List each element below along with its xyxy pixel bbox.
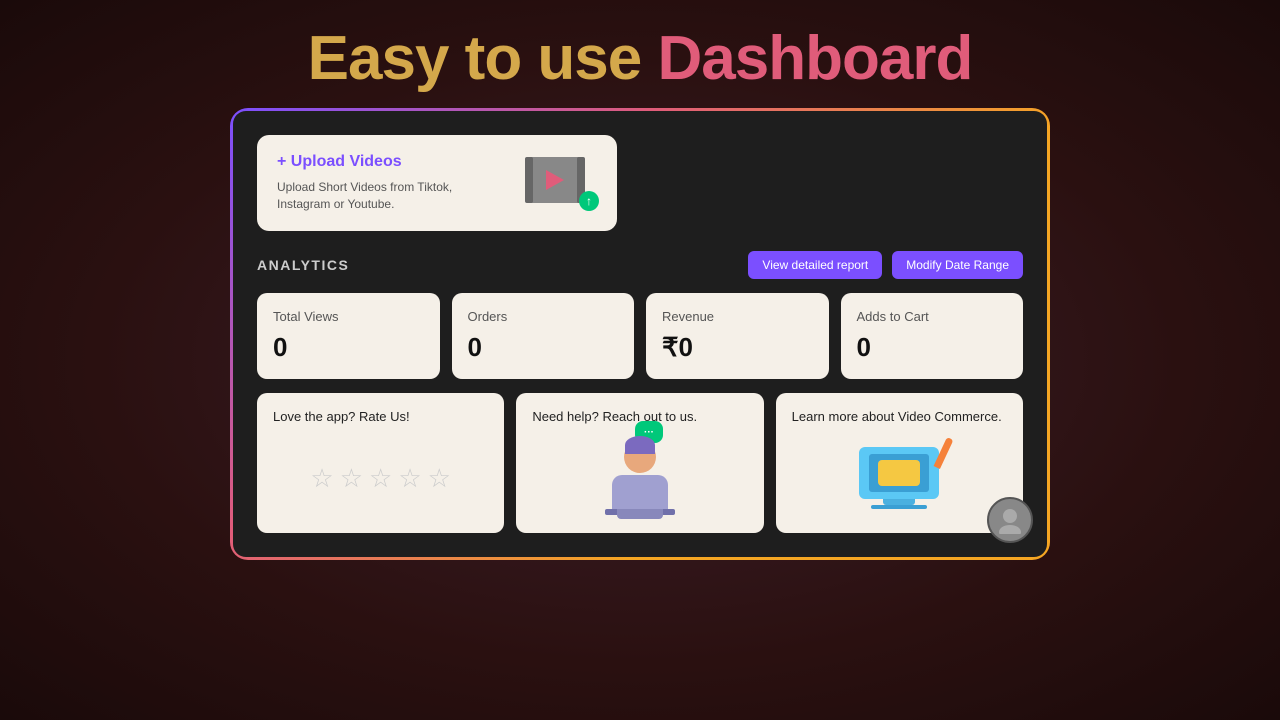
stat-card-adds-to-cart: Adds to Cart 0 bbox=[841, 293, 1024, 379]
avatar-icon bbox=[996, 506, 1024, 534]
dashboard-frame: + Upload Videos Upload Short Videos from… bbox=[230, 108, 1050, 560]
commerce-card: Learn more about Video Commerce. bbox=[776, 393, 1023, 533]
upload-button[interactable]: + Upload Videos bbox=[277, 153, 477, 171]
laptop-screen-inner bbox=[869, 454, 929, 492]
support-hair-icon bbox=[625, 436, 655, 454]
film-strip-icon bbox=[525, 157, 585, 203]
upload-description: Upload Short Videos from Tiktok, Instagr… bbox=[277, 179, 477, 213]
page-title: Easy to use Dashboard bbox=[308, 28, 973, 90]
star-2[interactable]: ☆ bbox=[340, 463, 363, 494]
title-dashboard-text: Dashboard bbox=[657, 24, 972, 93]
analytics-buttons: View detailed report Modify Date Range bbox=[748, 251, 1023, 279]
stat-value-total-views: 0 bbox=[273, 332, 424, 363]
view-report-button[interactable]: View detailed report bbox=[748, 251, 882, 279]
stat-value-revenue: ₹0 bbox=[662, 332, 813, 363]
upload-video-icon: ↑ bbox=[525, 157, 597, 209]
star-rating[interactable]: ☆ ☆ ☆ ☆ ☆ bbox=[310, 463, 451, 494]
rate-us-title: Love the app? Rate Us! bbox=[273, 409, 488, 424]
floating-avatar[interactable] bbox=[987, 497, 1033, 543]
stat-label-revenue: Revenue bbox=[662, 309, 813, 324]
stat-card-orders: Orders 0 bbox=[452, 293, 635, 379]
play-icon bbox=[546, 170, 564, 190]
analytics-header: ANALYTICS View detailed report Modify Da… bbox=[257, 251, 1023, 279]
laptop-foot-icon bbox=[871, 505, 927, 509]
message-box-icon bbox=[878, 460, 920, 486]
stat-value-adds-to-cart: 0 bbox=[857, 332, 1008, 363]
laptop-screen bbox=[859, 447, 939, 499]
analytics-section-title: ANALYTICS bbox=[257, 257, 349, 273]
upload-card-left: + Upload Videos Upload Short Videos from… bbox=[277, 153, 477, 213]
support-card: Need help? Reach out to us. ··· bbox=[516, 393, 763, 533]
stat-label-total-views: Total Views bbox=[273, 309, 424, 324]
rate-us-card: Love the app? Rate Us! ☆ ☆ ☆ ☆ ☆ bbox=[257, 393, 504, 533]
stars-container: ☆ ☆ ☆ ☆ ☆ bbox=[273, 440, 488, 517]
title-easy-text: Easy to use bbox=[308, 24, 658, 93]
stat-card-total-views: Total Views 0 bbox=[257, 293, 440, 379]
star-3[interactable]: ☆ bbox=[369, 463, 392, 494]
star-1[interactable]: ☆ bbox=[310, 463, 333, 494]
stat-label-adds-to-cart: Adds to Cart bbox=[857, 309, 1008, 324]
support-figure: ··· bbox=[605, 441, 675, 515]
star-5[interactable]: ☆ bbox=[428, 463, 451, 494]
stat-card-revenue: Revenue ₹0 bbox=[646, 293, 829, 379]
support-body bbox=[612, 475, 668, 509]
commerce-icon-container bbox=[792, 440, 1007, 517]
star-4[interactable]: ☆ bbox=[398, 463, 421, 494]
upload-card: + Upload Videos Upload Short Videos from… bbox=[257, 135, 617, 231]
support-head bbox=[624, 441, 656, 473]
support-icon-container: ··· bbox=[532, 440, 747, 517]
commerce-title: Learn more about Video Commerce. bbox=[792, 409, 1007, 424]
modify-date-range-button[interactable]: Modify Date Range bbox=[892, 251, 1023, 279]
stats-grid: Total Views 0 Orders 0 Revenue ₹0 Adds t… bbox=[257, 293, 1023, 379]
stat-label-orders: Orders bbox=[468, 309, 619, 324]
support-laptop-icon bbox=[617, 509, 663, 519]
upload-badge-icon: ↑ bbox=[579, 191, 599, 211]
commerce-figure bbox=[859, 447, 939, 509]
stat-value-orders: 0 bbox=[468, 332, 619, 363]
bottom-cards-grid: Love the app? Rate Us! ☆ ☆ ☆ ☆ ☆ Need he… bbox=[257, 393, 1023, 533]
